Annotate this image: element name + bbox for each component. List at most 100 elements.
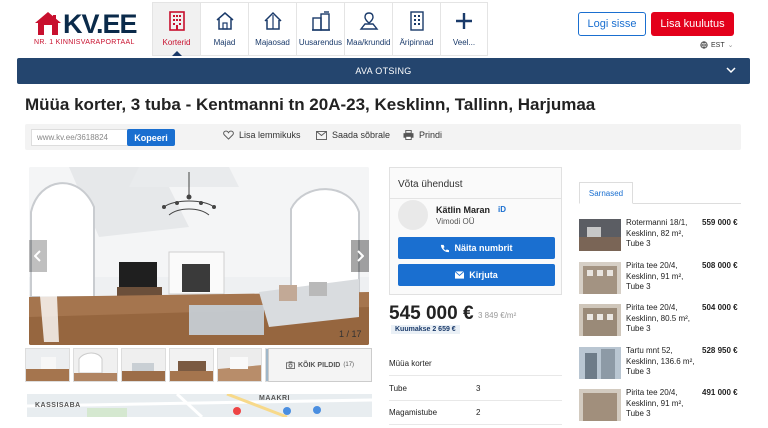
similar-listing[interactable]: Pirita tee 20/4, Kesklinn, 91 m², Tube 3… — [579, 388, 741, 428]
detail-row: Tube 3 — [389, 377, 562, 401]
heart-icon — [223, 130, 234, 140]
similar-listing-text: Pirita tee 20/4, Kesklinn, 91 m², Tube 3 — [626, 261, 684, 291]
chevron-right-icon — [357, 250, 364, 262]
nav-label: Majaosad — [255, 38, 290, 47]
contact-heading: Võta ühendust — [398, 179, 463, 190]
similar-listing[interactable]: Pirita tee 20/4, Kesklinn, 80.5 m², Tube… — [579, 303, 741, 343]
envelope-icon — [316, 130, 327, 140]
similar-listing-price: 508 000 € — [702, 261, 738, 270]
agent-name[interactable]: Kätlin Maran — [436, 205, 490, 215]
language-label: EST — [711, 41, 725, 49]
nav-label: Korterid — [162, 38, 191, 47]
share-label: Saada sõbrale — [332, 130, 391, 140]
similar-listing-price: 491 000 € — [702, 388, 738, 397]
category-nav: Korterid Majad Majaosad Uusarendus Maa/k… — [152, 2, 488, 56]
similar-listing-photo — [579, 389, 621, 421]
similar-listing-price: 504 000 € — [702, 303, 738, 312]
similar-listing-photo — [579, 262, 621, 294]
nav-label: Majad — [213, 38, 236, 47]
house-part-icon — [263, 11, 282, 30]
nav-label: Veel... — [452, 38, 476, 47]
camera-icon — [286, 361, 295, 369]
print-button[interactable]: Prindi — [403, 130, 442, 140]
language-selector[interactable]: EST ⌄ — [700, 41, 734, 49]
similar-listing-photo — [579, 219, 621, 251]
new-development-icon — [311, 11, 330, 31]
all-photos-button[interactable]: KÕIK PILDID (17) — [268, 348, 372, 382]
page-title: Müüa korter, 3 tuba - Kentmanni tn 20A-2… — [25, 95, 596, 114]
similar-listing[interactable]: Tartu mnt 52, Kesklinn, 136.6 m², Tube 3… — [579, 346, 741, 386]
open-search-label: AVA OTSING — [355, 66, 412, 76]
detail-key: Tube — [389, 384, 407, 393]
phone-icon — [441, 244, 450, 252]
copy-button[interactable]: Kopeeri — [127, 129, 175, 146]
photo-thumbnail[interactable] — [217, 348, 262, 382]
similar-listing-photo — [579, 347, 621, 379]
location-map[interactable]: KASSISABA MAAKRI — [27, 394, 372, 417]
detail-row: Müüa korter — [389, 352, 562, 376]
nav-item-majad[interactable]: Majad — [200, 2, 248, 56]
next-photo-button[interactable] — [351, 240, 369, 272]
all-photos-label: KÕIK PILDID — [297, 361, 341, 369]
login-button[interactable]: Logi sisse — [578, 12, 646, 36]
nav-item-uusarendus[interactable]: Uusarendus — [296, 2, 344, 56]
id-badge-icon: iD — [498, 205, 506, 214]
photo-thumbnail[interactable] — [25, 348, 70, 382]
nav-item-maa-krundid[interactable]: Maa/krundid — [344, 2, 392, 56]
map-label: MAAKRI — [259, 395, 290, 402]
map-label: KASSISABA — [35, 402, 81, 409]
similar-listing-text: Pirita tee 20/4, Kesklinn, 80.5 m², Tube… — [626, 303, 691, 333]
apartment-icon — [168, 11, 185, 31]
write-label: Kirjuta — [469, 270, 498, 280]
previous-photo-button[interactable] — [29, 240, 47, 272]
share-button[interactable]: Saada sõbrale — [316, 130, 390, 140]
brand-name: KV.EE — [63, 9, 138, 39]
print-label: Prindi — [419, 130, 443, 140]
add-favorite-button[interactable]: Lisa lemmikuks — [223, 130, 301, 140]
open-search-bar[interactable]: AVA OTSING — [17, 58, 750, 84]
plus-icon — [456, 13, 472, 29]
envelope-icon — [455, 271, 465, 279]
all-photos-count: (17) — [343, 362, 355, 368]
similar-listing-photo — [579, 304, 621, 336]
nav-item-majaosad[interactable]: Majaosad — [248, 2, 296, 56]
write-message-button[interactable]: Kirjuta — [398, 264, 555, 286]
photo-thumbnail[interactable] — [121, 348, 166, 382]
detail-row: Magamistube 2 — [389, 401, 562, 425]
agent-company[interactable]: Vimodi OÜ — [436, 217, 475, 226]
nav-label: Äripinnad — [399, 38, 434, 47]
main-photo[interactable] — [29, 167, 369, 345]
favorite-label: Lisa lemmikuks — [239, 130, 301, 140]
monthly-payment-badge[interactable]: Kuumakse 2 659 € — [391, 325, 460, 334]
site-header: KV.EE NR. 1 KINNISVARAPORTAAL Korterid M… — [0, 0, 768, 58]
living-room-photo — [29, 167, 369, 345]
agent-avatar — [398, 200, 428, 230]
tab-similar[interactable]: Sarnased — [579, 182, 633, 204]
similar-listing-text: Pirita tee 20/4, Kesklinn, 91 m², Tube 3 — [626, 388, 684, 418]
divider — [390, 198, 561, 199]
house-logo-icon — [35, 12, 61, 35]
similar-listing-price: 528 950 € — [702, 346, 738, 355]
similar-listing-price: 559 000 € — [702, 218, 738, 227]
nav-item-korterid[interactable]: Korterid — [152, 2, 200, 56]
brand-tagline: NR. 1 KINNISVARAPORTAAL — [34, 39, 135, 46]
globe-icon — [700, 41, 708, 49]
nav-item-veel[interactable]: Veel... — [440, 2, 488, 56]
photo-thumbnail[interactable] — [73, 348, 118, 382]
similar-listing-text: Rotermanni 18/1, Kesklinn, 82 m², Tube 3 — [626, 218, 688, 248]
office-building-icon — [409, 11, 424, 31]
similar-listing[interactable]: Pirita tee 20/4, Kesklinn, 91 m², Tube 3… — [579, 261, 741, 301]
photo-thumbnail[interactable] — [169, 348, 214, 382]
add-listing-button[interactable]: Lisa kuulutus — [651, 12, 734, 36]
detail-value: 2 — [476, 408, 481, 417]
kv-logo[interactable]: KV.EE NR. 1 KINNISVARAPORTAAL — [33, 8, 138, 48]
house-icon — [216, 12, 233, 30]
chevron-down-icon: ⌄ — [727, 42, 734, 49]
show-number-button[interactable]: Näita numbrit — [398, 237, 555, 259]
similar-listing[interactable]: Rotermanni 18/1, Kesklinn, 82 m², Tube 3… — [579, 218, 741, 258]
printer-icon — [403, 130, 414, 140]
nav-item-aripinnad[interactable]: Äripinnad — [392, 2, 440, 56]
nav-label: Uusarendus — [298, 38, 343, 47]
chevron-down-icon — [726, 67, 736, 74]
land-plot-icon — [359, 12, 378, 30]
